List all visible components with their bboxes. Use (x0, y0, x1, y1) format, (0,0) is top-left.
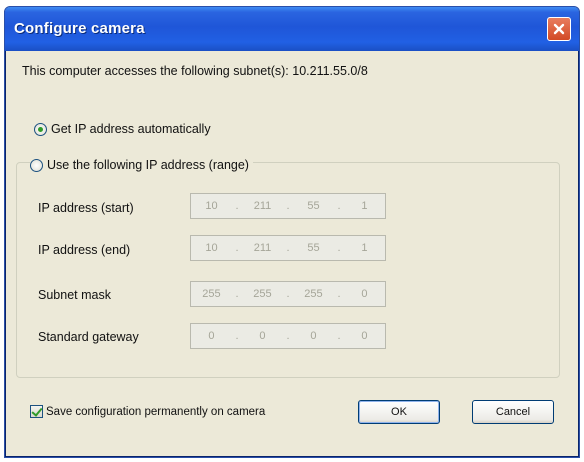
ok-button[interactable]: OK (358, 400, 440, 424)
radio-auto-ip-button[interactable] (34, 122, 47, 136)
cancel-button[interactable]: Cancel (472, 400, 554, 424)
gateway-input[interactable]: 0. 0. 0. 0 (190, 323, 386, 349)
subnet-mask-octet-3: 255 (304, 288, 323, 300)
ip-end-octet-4: 1 (361, 242, 368, 254)
ip-end-input[interactable]: 10. 211. 55. 1 (190, 235, 386, 261)
gateway-octet-3: 0 (310, 330, 317, 342)
gateway-octet-4: 0 (361, 330, 368, 342)
window-title: Configure camera (14, 20, 145, 37)
ip-start-octet-3: 55 (307, 200, 320, 212)
ip-start-octet-4: 1 (361, 200, 368, 212)
gateway-label: Standard gateway (38, 330, 139, 344)
radio-manual-ip-label: Use the following IP address (range) (47, 158, 249, 172)
subnet-mask-label: Subnet mask (38, 288, 111, 302)
save-permanently-checkbox-row[interactable]: Save configuration permanently on camera (30, 405, 265, 418)
gateway-octet-2: 0 (259, 330, 266, 342)
ip-start-input[interactable]: 10. 211. 55. 1 (190, 193, 386, 219)
subnet-mask-input[interactable]: 255. 255. 255. 0 (190, 281, 386, 307)
close-button[interactable] (547, 17, 571, 41)
radio-manual-ip[interactable]: Use the following IP address (range) (30, 158, 253, 172)
title-bar: Configure camera (5, 7, 579, 51)
gateway-octet-1: 0 (208, 330, 215, 342)
radio-manual-ip-button[interactable] (30, 158, 43, 172)
subnet-mask-octet-2: 255 (253, 288, 272, 300)
close-icon (553, 23, 565, 35)
ip-end-octet-2: 211 (253, 242, 272, 254)
subnet-mask-octet-1: 255 (202, 288, 221, 300)
save-permanently-label: Save configuration permanently on camera (46, 405, 266, 418)
ip-end-label: IP address (end) (38, 243, 131, 257)
radio-auto-ip-label: Get IP address automatically (51, 122, 211, 136)
ip-end-octet-1: 10 (205, 242, 218, 254)
ip-start-octet-2: 211 (253, 200, 272, 212)
save-permanently-checkbox[interactable] (30, 405, 43, 418)
subnet-mask-octet-4: 0 (361, 288, 368, 300)
ip-end-octet-3: 55 (307, 242, 320, 254)
radio-auto-ip[interactable]: Get IP address automatically (34, 122, 211, 136)
ip-start-label: IP address (start) (38, 201, 134, 215)
subnet-info: This computer accesses the following sub… (22, 64, 368, 78)
ip-start-octet-1: 10 (205, 200, 218, 212)
